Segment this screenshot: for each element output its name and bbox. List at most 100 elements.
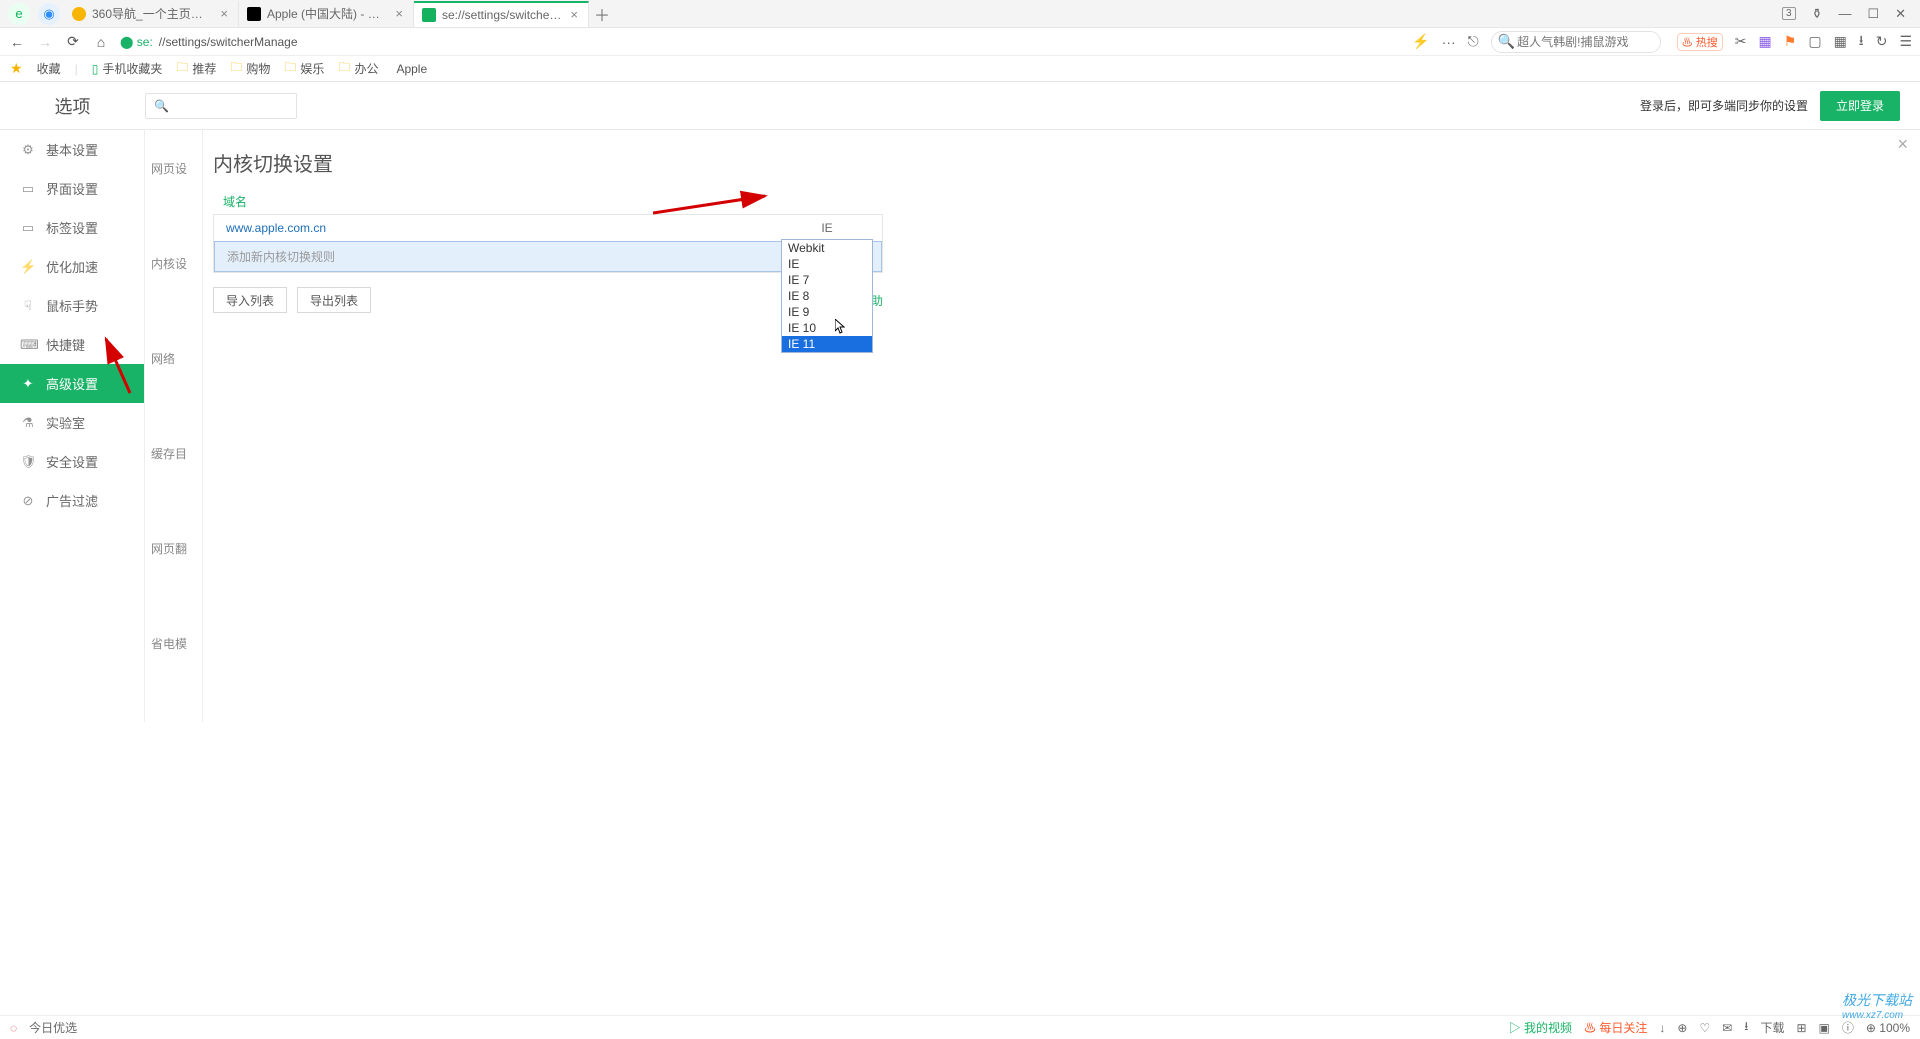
compass-icon[interactable]: ◉ xyxy=(38,3,60,25)
dropdown-option[interactable]: IE 8 xyxy=(782,288,872,304)
status-icon[interactable]: ♡ xyxy=(1699,1021,1710,1035)
sidebar-item-speed[interactable]: ⚡优化加速 xyxy=(0,247,144,286)
shield-icon[interactable]: ⎋ xyxy=(1468,33,1479,50)
close-icon[interactable]: × xyxy=(393,6,405,21)
download-label[interactable]: 下载 xyxy=(1760,1019,1784,1036)
shield-icon: 🛡 xyxy=(20,454,36,470)
hot-search-button[interactable]: ♨ 热搜 xyxy=(1677,33,1723,51)
window-close-icon[interactable]: ✕ xyxy=(1895,6,1906,22)
dropdown-option[interactable]: IE 11 xyxy=(782,336,872,352)
block-icon: ⊘ xyxy=(20,493,36,509)
section-link[interactable]: 网页设 xyxy=(145,152,202,185)
status-icon[interactable]: ⊞ xyxy=(1796,1021,1806,1035)
home-button[interactable]: ⌂ xyxy=(92,34,110,50)
minimize-icon[interactable]: — xyxy=(1838,6,1851,21)
star-icon[interactable]: ★ xyxy=(10,60,23,77)
window-icon: ▭ xyxy=(20,181,36,197)
login-button[interactable]: 立即登录 xyxy=(1820,91,1900,121)
tab-2[interactable]: se://settings/switcherManage × xyxy=(414,1,589,27)
sidebar-item-adblock[interactable]: ⊘广告过滤 xyxy=(0,481,144,520)
dropdown-option[interactable]: IE xyxy=(782,256,872,272)
sidebar-item-ui[interactable]: ▭界面设置 xyxy=(0,169,144,208)
status-icon[interactable]: ✉ xyxy=(1722,1021,1732,1035)
bm-apple[interactable]: Apple xyxy=(392,62,427,76)
search-box[interactable]: 🔍 xyxy=(1491,31,1661,53)
section-link[interactable]: 内核设 xyxy=(145,247,202,280)
new-tab-button[interactable]: ＋ xyxy=(589,2,615,26)
favorites-label[interactable]: 收藏 xyxy=(37,60,61,77)
reload-button[interactable]: ⟳ xyxy=(64,33,82,50)
section-nav: 网页设 内核设 网络 缓存目 网页翻 省电模 xyxy=(145,130,203,722)
download-icon[interactable]: ⭳ xyxy=(1744,1017,1748,1038)
download-icon[interactable]: ⭳ xyxy=(1859,30,1864,54)
window-icon[interactable]: ▢ xyxy=(1808,33,1821,50)
game-icon[interactable]: ⚑ xyxy=(1784,33,1797,50)
engine-cell: IE xyxy=(772,221,882,235)
browser-logo-icon[interactable]: e xyxy=(8,3,30,25)
dropdown-option[interactable]: Webkit xyxy=(782,240,872,256)
dropdown-option[interactable]: IE 7 xyxy=(782,272,872,288)
export-button[interactable]: 导出列表 xyxy=(297,287,371,313)
refresh-icon[interactable]: ↻ xyxy=(1876,33,1888,50)
toolbar-actions: ⚡ ··· ⎋ 🔍 ♨ 热搜 ✂ ▦ ⚑ ▢ ▦ ⭳ ↻ ☰ xyxy=(1412,30,1912,54)
more-icon[interactable]: ··· xyxy=(1442,34,1456,50)
sidebar-item-gesture[interactable]: ☟鼠标手势 xyxy=(0,286,144,325)
extension-icon[interactable]: ▦ xyxy=(1759,33,1772,50)
filter-icon[interactable]: ⚱ xyxy=(1812,6,1823,22)
status-icon[interactable]: ▣ xyxy=(1819,1021,1830,1035)
grid-icon[interactable]: ▦ xyxy=(1834,33,1847,50)
status-icon[interactable]: ⓘ xyxy=(1842,1019,1854,1036)
bolt-icon[interactable]: ⚡ xyxy=(1412,33,1429,50)
settings-sidebar: ⚙基本设置 ▭界面设置 ▭标签设置 ⚡优化加速 ☟鼠标手势 ⌨快捷键 ✦高级设置… xyxy=(0,130,145,722)
sidebar-item-advanced[interactable]: ✦高级设置 xyxy=(0,364,144,403)
search-input[interactable] xyxy=(1515,34,1654,50)
today-pick[interactable]: 今日优选 xyxy=(29,1019,77,1036)
url-field[interactable]: ⬤ se: //settings/switcherManage xyxy=(120,35,1402,49)
tab-1[interactable]: Apple (中国大陆) - 官方网站 × xyxy=(239,1,414,27)
dropdown-option[interactable]: IE 9 xyxy=(782,304,872,320)
tab-count-badge[interactable]: 3 xyxy=(1782,7,1796,20)
close-icon[interactable]: × xyxy=(218,6,230,21)
bm-folder-1[interactable]: 🗀购物 xyxy=(230,58,270,79)
my-video-link[interactable]: ▷ 我的视频 xyxy=(1509,1019,1572,1036)
status-icon[interactable]: ⊕ xyxy=(1677,1021,1687,1035)
sidebar-item-basic[interactable]: ⚙基本设置 xyxy=(0,130,144,169)
maximize-icon[interactable]: ☐ xyxy=(1867,6,1879,22)
sidebar-item-security[interactable]: 🛡安全设置 xyxy=(0,442,144,481)
tab-0[interactable]: 360导航_一个主页，整个世界 × xyxy=(64,1,239,27)
mouse-cursor-icon xyxy=(835,319,847,335)
status-icon[interactable]: ↓ xyxy=(1659,1021,1665,1035)
dropdown-option[interactable]: IE 10 xyxy=(782,320,872,336)
section-link[interactable]: 缓存目 xyxy=(145,437,202,470)
bm-phone[interactable]: ▯手机收藏夹 xyxy=(92,60,163,77)
bm-folder-0[interactable]: 🗀推荐 xyxy=(176,58,216,79)
search-icon: 🔍 xyxy=(1498,33,1515,50)
settings-search[interactable]: 🔍 xyxy=(145,93,297,119)
bm-folder-2[interactable]: 🗀娱乐 xyxy=(284,58,324,79)
import-button[interactable]: 导入列表 xyxy=(213,287,287,313)
section-link[interactable]: 网页翻 xyxy=(145,532,202,565)
add-rule-input[interactable]: 添加新内核切换规则 xyxy=(215,242,781,271)
domain-cell: www.apple.com.cn xyxy=(214,215,772,241)
sidebar-item-lab[interactable]: ⚗实验室 xyxy=(0,403,144,442)
panel-close-icon[interactable]: × xyxy=(1897,134,1908,155)
gear-icon: ⚙ xyxy=(20,142,36,158)
close-icon[interactable]: × xyxy=(568,7,580,22)
section-link[interactable]: 省电模 xyxy=(145,627,202,660)
sidebar-item-tab[interactable]: ▭标签设置 xyxy=(0,208,144,247)
table-row[interactable]: www.apple.com.cn IE xyxy=(214,215,882,241)
daily-focus-link[interactable]: ♨ 每日关注 xyxy=(1584,1019,1647,1036)
window-controls: 3 ⚱ — ☐ ✕ xyxy=(1782,6,1916,22)
tab-label: se://settings/switcherManage xyxy=(442,8,562,22)
scissor-icon[interactable]: ✂ xyxy=(1735,33,1747,50)
zoom-level[interactable]: ⊕ 100% xyxy=(1866,1021,1910,1035)
folder-icon: 🗀 xyxy=(284,58,296,79)
folder-icon: 🗀 xyxy=(176,58,188,79)
bm-folder-3[interactable]: 🗀办公 xyxy=(338,58,378,79)
section-link[interactable]: 网络 xyxy=(145,342,202,375)
forward-button[interactable]: → xyxy=(36,34,54,50)
menu-icon[interactable]: ☰ xyxy=(1899,33,1912,50)
favicon-icon xyxy=(247,7,261,21)
sidebar-item-hotkey[interactable]: ⌨快捷键 xyxy=(0,325,144,364)
back-button[interactable]: ← xyxy=(8,34,26,50)
